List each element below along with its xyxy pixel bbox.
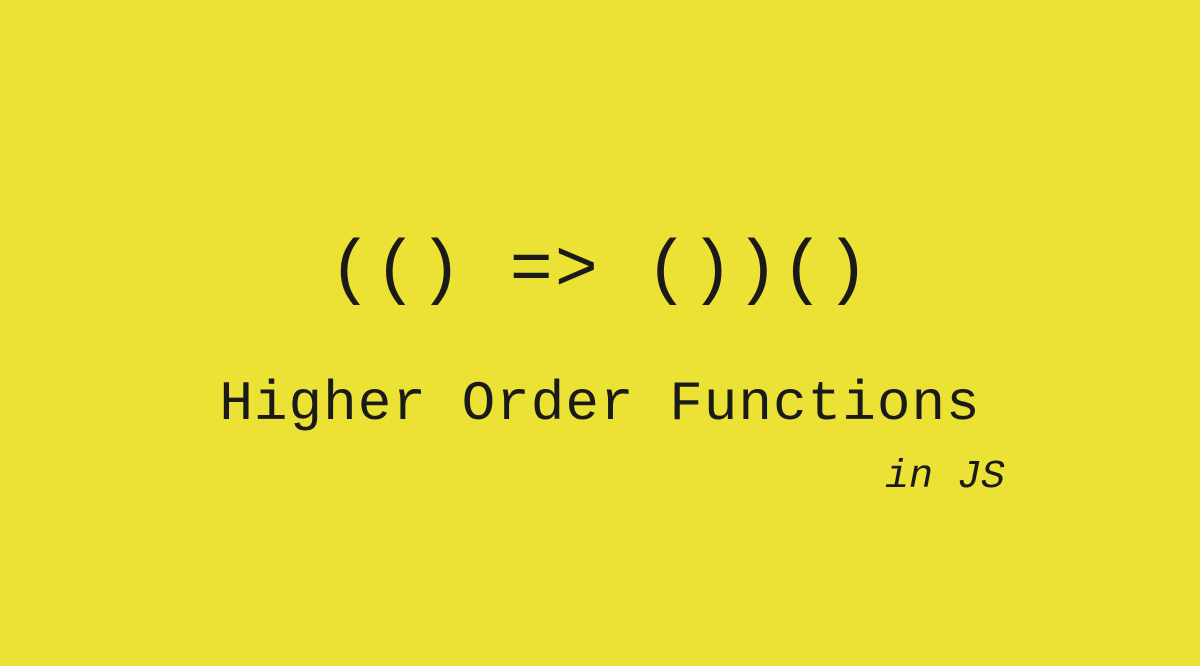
slide-title: Higher Order Functions [219,372,980,436]
code-snippet: (() => ())() [329,230,871,312]
slide-subtitle: in JS [885,455,1005,500]
